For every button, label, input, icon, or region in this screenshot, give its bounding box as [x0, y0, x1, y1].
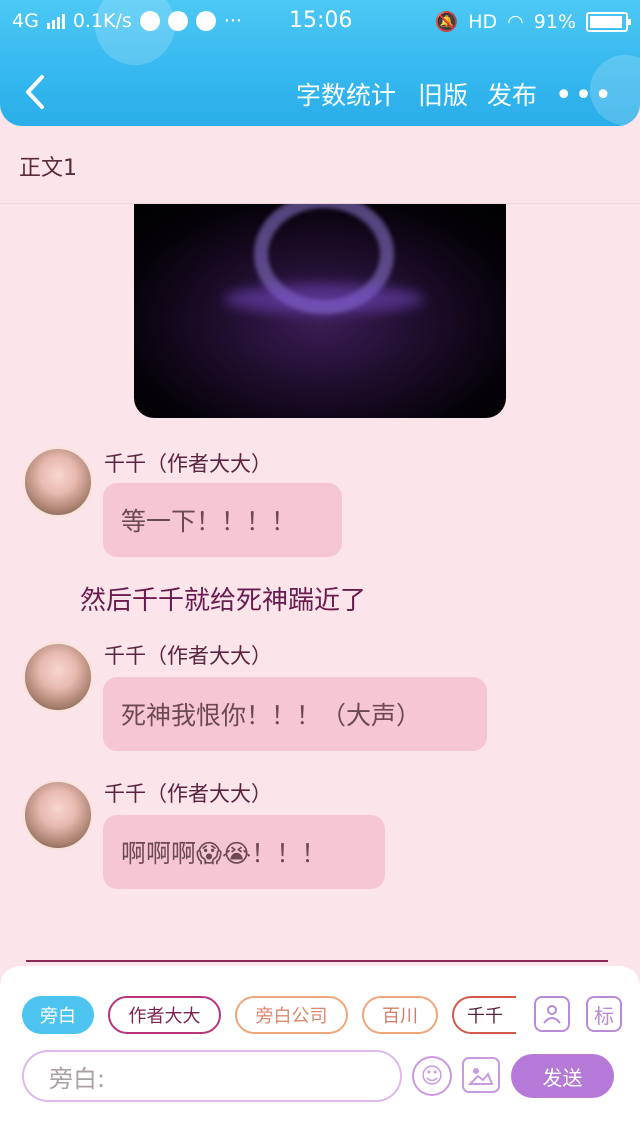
story-image[interactable] — [134, 204, 506, 418]
chat-notification-icon — [167, 11, 188, 31]
old-version-button[interactable]: 旧版 — [418, 76, 468, 112]
word-count-button[interactable]: 字数统计 — [296, 76, 396, 112]
message-bubble[interactable]: 死神我恨你！！！（大声） — [103, 677, 487, 751]
portal-glow — [224, 284, 424, 314]
sender-name: 千千（作者大大） — [104, 782, 272, 806]
composer-panel: 旁白 作者大大 旁白公司 百川 千千 标 旁白: ☺ 发送 — [0, 966, 640, 1138]
avatar[interactable] — [23, 780, 93, 850]
app-notification-icon — [139, 11, 160, 31]
message-bubble[interactable]: 等一下！！！！ — [103, 483, 342, 557]
top-bar: 4G 0.1K/s ··· 15:06 🔕 HD ◠ 91% 字数统计 旧版 发… — [0, 0, 640, 126]
role-chip-qianqian[interactable]: 千千 — [452, 996, 516, 1034]
more-icon[interactable]: ••• — [555, 78, 614, 113]
narration-text[interactable]: 然后千千就给死神踹近了 — [80, 580, 366, 617]
nav-bar: 字数统计 旧版 发布 ••• — [0, 70, 640, 116]
publish-button[interactable]: 发布 — [487, 76, 537, 112]
tag-button[interactable]: 标 — [586, 996, 622, 1032]
chevron-left-icon[interactable] — [22, 74, 48, 110]
status-bar: 4G 0.1K/s ··· 15:06 🔕 HD ◠ 91% — [0, 8, 640, 38]
signal-icon — [46, 13, 65, 29]
role-chip-narrator[interactable]: 旁白 — [22, 996, 94, 1034]
wifi-icon: ◠ — [507, 10, 524, 33]
sender-name: 千千（作者大大） — [104, 452, 272, 476]
message-input[interactable]: 旁白: — [22, 1050, 402, 1102]
message-bubble[interactable]: 啊啊啊😱😭！！！ — [103, 815, 385, 889]
avatar[interactable] — [23, 642, 93, 712]
chapter-title: 正文1 — [19, 156, 77, 181]
battery-percent: 91% — [533, 10, 576, 33]
clock: 15:06 — [289, 8, 353, 33]
send-button[interactable]: 发送 — [511, 1054, 614, 1098]
sender-name: 千千（作者大大） — [104, 644, 272, 668]
avatar[interactable] — [23, 447, 93, 517]
media-notification-icon — [195, 11, 216, 31]
more-notifications-icon: ··· — [223, 10, 242, 32]
role-chip-baichuan[interactable]: 百川 — [362, 996, 438, 1034]
image-icon[interactable] — [462, 1057, 500, 1093]
role-chip-narrator-company[interactable]: 旁白公司 — [235, 996, 348, 1034]
network-type: 4G — [12, 10, 39, 32]
battery-icon — [586, 11, 631, 32]
role-chip-author[interactable]: 作者大大 — [108, 996, 221, 1034]
smile-icon[interactable]: ☺ — [412, 1056, 452, 1096]
network-speed: 0.1K/s — [72, 10, 132, 32]
mute-icon: 🔕 — [434, 11, 459, 33]
person-icon[interactable] — [534, 996, 570, 1032]
hd-indicator: HD — [468, 10, 498, 33]
content-divider — [26, 960, 608, 962]
